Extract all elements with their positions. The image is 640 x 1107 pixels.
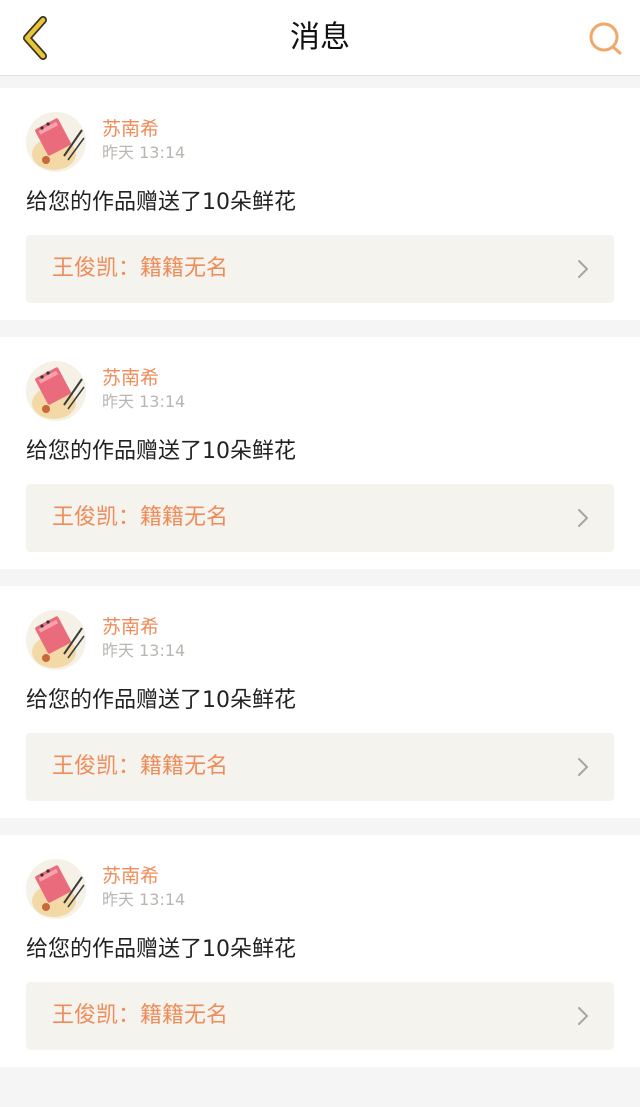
- message-card: 苏南希 昨天 13:14 给您的作品赠送了10朵鲜花 王俊凯：籍籍无名: [0, 88, 640, 320]
- work-link-button[interactable]: 王俊凯：籍籍无名: [26, 484, 614, 552]
- chevron-right-icon: [578, 758, 588, 776]
- message-card: 苏南希 昨天 13:14 给您的作品赠送了10朵鲜花 王俊凯：籍籍无名: [0, 586, 640, 818]
- message-card: 苏南希 昨天 13:14 给您的作品赠送了10朵鲜花 王俊凯：籍籍无名: [0, 337, 640, 569]
- sender-name[interactable]: 苏南希: [102, 117, 159, 141]
- page-title: 消息: [290, 20, 350, 55]
- top-nav-bar: 消息: [0, 0, 640, 76]
- message-text: 给您的作品赠送了10朵鲜花: [26, 937, 296, 962]
- avatar-illustration-icon: [26, 610, 86, 670]
- chevron-right-icon: [578, 1007, 588, 1025]
- avatar[interactable]: [26, 610, 86, 670]
- back-button[interactable]: [12, 14, 56, 62]
- app-screen: 消息 苏南希 昨天 13:14 给您的作品赠送了10朵鲜花 王俊凯：籍籍无名 苏…: [0, 0, 640, 1107]
- work-link-label: 王俊凯：籍籍无名: [52, 1003, 229, 1028]
- message-card: 苏南希 昨天 13:14 给您的作品赠送了10朵鲜花 王俊凯：籍籍无名: [0, 835, 640, 1067]
- avatar[interactable]: [26, 859, 86, 919]
- sender-name[interactable]: 苏南希: [102, 615, 159, 639]
- message-timestamp: 昨天 13:14: [102, 641, 186, 660]
- avatar[interactable]: [26, 112, 86, 172]
- message-timestamp: 昨天 13:14: [102, 392, 186, 411]
- search-button[interactable]: [586, 18, 626, 58]
- work-link-label: 王俊凯：籍籍无名: [52, 256, 229, 281]
- avatar-illustration-icon: [26, 361, 86, 421]
- chevron-right-icon: [578, 509, 588, 527]
- avatar-illustration-icon: [26, 112, 86, 172]
- message-list: 苏南希 昨天 13:14 给您的作品赠送了10朵鲜花 王俊凯：籍籍无名 苏南希 …: [0, 88, 640, 1084]
- sender-name[interactable]: 苏南希: [102, 366, 159, 390]
- message-text: 给您的作品赠送了10朵鲜花: [26, 688, 296, 713]
- sender-name[interactable]: 苏南希: [102, 864, 159, 888]
- message-text: 给您的作品赠送了10朵鲜花: [26, 190, 296, 215]
- work-link-button[interactable]: 王俊凯：籍籍无名: [26, 235, 614, 303]
- search-icon: [589, 22, 622, 55]
- chevron-left-icon: [23, 16, 47, 60]
- avatar[interactable]: [26, 361, 86, 421]
- work-link-label: 王俊凯：籍籍无名: [52, 505, 229, 530]
- message-text: 给您的作品赠送了10朵鲜花: [26, 439, 296, 464]
- message-timestamp: 昨天 13:14: [102, 890, 186, 909]
- work-link-button[interactable]: 王俊凯：籍籍无名: [26, 733, 614, 801]
- work-link-button[interactable]: 王俊凯：籍籍无名: [26, 982, 614, 1050]
- avatar-illustration-icon: [26, 859, 86, 919]
- work-link-label: 王俊凯：籍籍无名: [52, 754, 229, 779]
- chevron-right-icon: [578, 260, 588, 278]
- message-timestamp: 昨天 13:14: [102, 143, 186, 162]
